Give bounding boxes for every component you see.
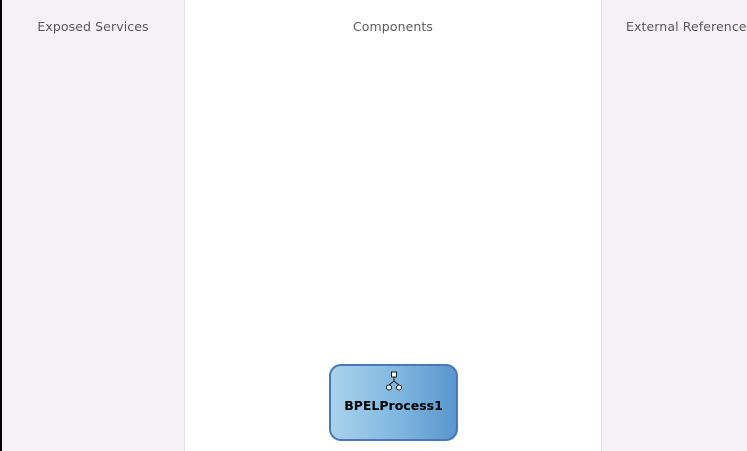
exposed-services-lane[interactable]: Exposed Services [2, 0, 185, 451]
exposed-services-header: Exposed Services [37, 19, 149, 34]
component-label: BPELProcess1 [344, 398, 443, 413]
composite-canvas[interactable]: Exposed Services Components External Ref… [0, 0, 747, 451]
external-references-lane[interactable]: External References [601, 0, 747, 451]
components-header: Components [352, 19, 434, 34]
bpel-process-component[interactable]: BPELProcess1 [329, 364, 458, 441]
bpel-process-icon [385, 371, 402, 391]
external-references-header: External References [626, 19, 747, 34]
